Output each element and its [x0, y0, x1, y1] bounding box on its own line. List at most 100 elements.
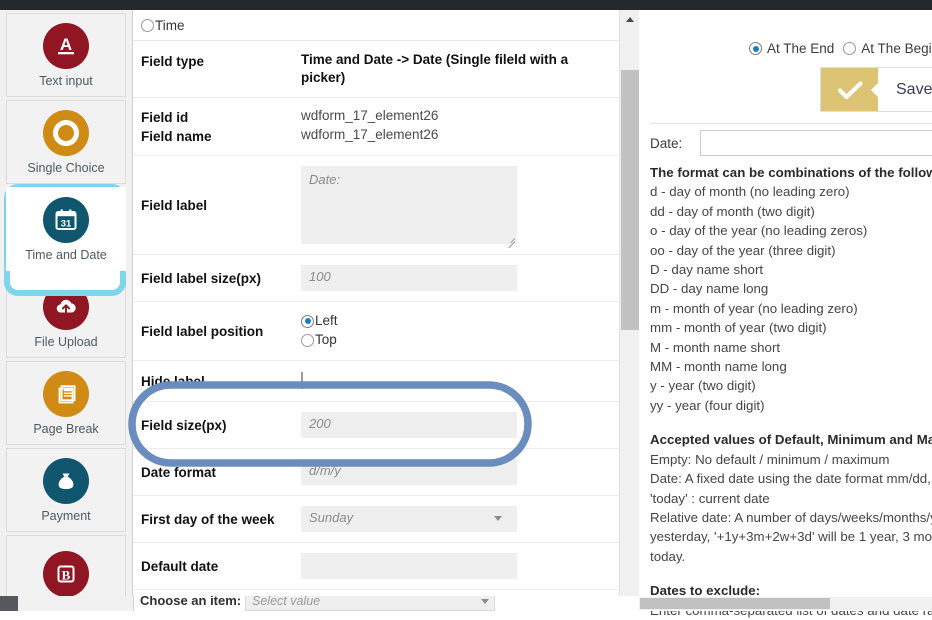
radio-icon[interactable] [301, 315, 314, 328]
help-accepted-line: Date: A fixed date using the date format… [650, 469, 932, 488]
help-format-line: y - year (two digit) [650, 376, 932, 395]
date-format-help-text: The format can be combinations of the fo… [650, 163, 932, 620]
field-settings-panel: Time Field type Time and Date -> Date (S… [133, 10, 639, 602]
row-value: 200 [301, 412, 620, 438]
sidebar-item-time-and-date[interactable]: 31 Time and Date [6, 187, 126, 271]
row-key: Field id [141, 109, 301, 127]
sidebar-item-label: Page Break [33, 423, 98, 436]
horizontal-scrollbar-thumb[interactable] [640, 598, 830, 609]
sidebar-item-payment[interactable]: Payment [6, 448, 126, 532]
radio-icon[interactable] [843, 42, 856, 55]
row-value [301, 372, 620, 390]
row-key: Field size(px) [141, 415, 301, 435]
row-key: Field label size(px) [141, 268, 301, 288]
help-accepted-line: 'today' : current date [650, 489, 932, 508]
help-accepted-line: Empty: No default / minimum / maximum [650, 450, 932, 469]
row-value: Sunday [301, 506, 620, 532]
row-field-label: Field label Date: [133, 156, 620, 255]
resize-grip-icon[interactable] [505, 233, 515, 243]
field-id-value: wdform_17_element26 [301, 107, 596, 125]
scrollbar-thumb[interactable] [621, 70, 639, 330]
sidebar-item-single-choice[interactable]: Single Choice [6, 100, 126, 184]
radio-time[interactable]: Time [141, 16, 185, 35]
help-format-line: o - day of the year (no leading zeros) [650, 221, 932, 240]
row-date-format: Date format d/m/y [133, 449, 620, 496]
field-label-textarea[interactable]: Date: [301, 166, 517, 244]
sidebar-item-label: Payment [41, 510, 90, 523]
field-type-sidebar: A Text input Single Choice [0, 10, 133, 602]
help-format-line: dd - day of month (two digit) [650, 202, 932, 221]
sidebar-item-page-break[interactable]: Page Break [6, 361, 126, 445]
field-label-size-input[interactable]: 100 [301, 265, 517, 291]
scroll-up-arrow-icon[interactable] [620, 10, 639, 28]
chevron-down-icon [494, 516, 502, 521]
notch-shape [871, 82, 879, 98]
choose-an-item-value: Select value [252, 596, 320, 608]
row-value [301, 553, 620, 579]
radio-icon[interactable] [141, 19, 154, 32]
browser-chrome-bar [0, 0, 932, 10]
row-field-label-position: Field label position Left Top [133, 302, 620, 361]
calendar-31-icon: 31 [43, 197, 89, 243]
sidebar-item-file-upload[interactable]: File Upload [6, 274, 126, 358]
radio-icon[interactable] [301, 334, 314, 347]
field-type-value: Time and Date -> Date (Single fileld wit… [301, 51, 620, 87]
radio-label: At The End [767, 41, 834, 56]
row-key: Field label position [141, 321, 301, 341]
help-format-intro: The format can be combinations of the fo… [650, 163, 932, 182]
row-field-type: Field type Time and Date -> Date (Single… [133, 41, 620, 98]
field-size-input[interactable]: 200 [301, 412, 517, 438]
help-format-line: DD - day name long [650, 279, 932, 298]
row-key: Default date [141, 556, 301, 576]
row-hide-label: Hide label [133, 361, 620, 402]
sidebar-item-label: Single Choice [27, 162, 104, 175]
check-icon [821, 68, 878, 111]
help-format-line: M - month name short [650, 338, 932, 357]
help-spacer [650, 415, 932, 430]
radio-at-the-end[interactable]: At The End [749, 41, 834, 56]
bottom-sidebar-continuation [18, 596, 134, 611]
preview-date-label: Date: [650, 136, 682, 151]
row-key: Field name [141, 128, 301, 146]
hide-label-checkbox[interactable] [301, 372, 303, 389]
sidebar-item-label: File Upload [34, 336, 97, 349]
save-button-label: Save [878, 68, 932, 111]
sidebar-item-text-input[interactable]: A Text input [6, 13, 126, 97]
field-subtype-radio-group[interactable]: Time [133, 10, 620, 41]
row-value: Left Top [301, 312, 620, 350]
row-field-id-name: Field id Field name wdform_17_element26 … [133, 98, 620, 155]
row-key: Date format [141, 462, 301, 482]
date-format-input[interactable]: d/m/y [301, 459, 517, 485]
radio-label-position-left[interactable]: Left [301, 312, 596, 331]
radio-label-position-top[interactable]: Top [301, 331, 596, 350]
svg-text:A: A [60, 35, 72, 54]
row-key-group: Field id Field name [141, 107, 301, 145]
first-day-of-week-select[interactable]: Sunday [301, 506, 517, 532]
settings-panel-scrollbar[interactable] [619, 10, 639, 602]
save-button[interactable]: Save [820, 67, 932, 112]
field-position-radio-group[interactable]: At The End At The Beginning [749, 41, 932, 56]
preview-date-field: Date: [650, 130, 932, 156]
row-value: d/m/y [301, 459, 620, 485]
horizontal-scrollbar[interactable] [639, 597, 932, 610]
choose-an-item-select[interactable]: Select value [245, 596, 495, 611]
row-default-date: Default date [133, 543, 620, 590]
help-spacer [650, 566, 932, 581]
radio-icon[interactable] [749, 42, 762, 55]
sidebar-item-bold[interactable]: B [6, 535, 126, 602]
radio-label: Left [315, 312, 338, 330]
default-date-input[interactable] [301, 553, 517, 579]
cloud-upload-icon [43, 284, 89, 330]
radio-at-the-beginning[interactable]: At The Beginning [843, 41, 932, 56]
preview-date-input[interactable] [700, 130, 932, 156]
bold-b-icon: B [43, 551, 89, 597]
row-first-day-of-week: First day of the week Sunday [133, 496, 620, 543]
bottom-strip: Choose an item: Select value [0, 596, 932, 611]
help-format-line: m - month of year (no leading zero) [650, 299, 932, 318]
help-accepted-title: Accepted values of Default, Minimum and … [650, 430, 932, 449]
sidebar-item-label: Time and Date [25, 249, 107, 262]
radio-circle-icon [43, 110, 89, 156]
radio-label: At The Beginning [861, 41, 932, 56]
help-format-line: D - day name short [650, 260, 932, 279]
choose-an-item-label: Choose an item: [140, 596, 241, 608]
